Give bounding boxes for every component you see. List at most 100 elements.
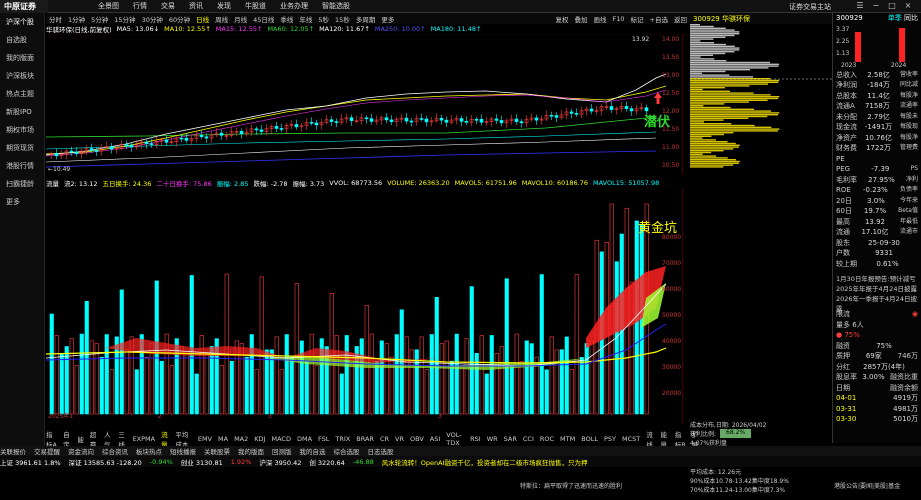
- sidebar-item[interactable]: 更多: [0, 193, 44, 211]
- indicator-tab[interactable]: BOLL: [581, 435, 598, 443]
- period-tab[interactable]: 季线: [280, 14, 293, 24]
- status-tab[interactable]: 关联股票: [204, 446, 230, 456]
- indicator-tab[interactable]: OBV: [410, 435, 424, 443]
- top-menu-item[interactable]: 全景图: [98, 1, 119, 11]
- notice-item[interactable]: 1月30日年报预告:预计减亏: [833, 273, 921, 283]
- status-tab[interactable]: 回测版: [272, 446, 292, 456]
- period-tab[interactable]: 5秒: [318, 14, 329, 24]
- candle-body: [494, 118, 499, 121]
- status-tab[interactable]: 日志选股: [368, 446, 394, 456]
- sidebar-item[interactable]: 我的版面: [0, 49, 44, 67]
- status-tab[interactable]: 综合资讯: [102, 446, 128, 456]
- indicator-tab[interactable]: ROC: [540, 435, 554, 443]
- sidebar-item[interactable]: 扫霸捷龄: [0, 175, 44, 193]
- sidebar-item[interactable]: 期货现货: [0, 139, 44, 157]
- sidebar-item[interactable]: 沪深个股: [0, 13, 44, 31]
- status-tab[interactable]: 我的自选: [300, 446, 326, 456]
- period-tab[interactable]: 分时: [49, 14, 62, 24]
- top-menu-item[interactable]: 业务办理: [280, 1, 308, 11]
- status-tab[interactable]: 资金流向: [68, 446, 94, 456]
- tab-danji[interactable]: 单季: [888, 14, 902, 22]
- chip-bar: [690, 56, 701, 58]
- stat-row: ROE -0.23% 负债率: [836, 186, 918, 194]
- period-tab[interactable]: 60分钟: [169, 14, 190, 24]
- indicator-tab[interactable]: MTM: [560, 435, 575, 443]
- status-tab[interactable]: 综合选股: [334, 446, 360, 456]
- indicator-tab[interactable]: DMA: [297, 435, 312, 443]
- indicator-tab[interactable]: VOL-TDX: [446, 431, 464, 447]
- indicator-tab[interactable]: MA: [218, 435, 228, 443]
- indicator-tab[interactable]: TRIX: [335, 435, 350, 443]
- status-tab[interactable]: 关联报价: [0, 446, 26, 456]
- period-tab[interactable]: 多周期: [356, 14, 376, 24]
- sidebar-item[interactable]: 新股IPO: [0, 103, 44, 121]
- indicator-tab[interactable]: BRAR: [356, 435, 374, 443]
- sidebar-item[interactable]: 沪深板块: [0, 67, 44, 85]
- period-tab[interactable]: 更多: [381, 14, 394, 24]
- top-menu-item[interactable]: 资讯: [189, 1, 203, 11]
- minimize-icon[interactable]: −: [871, 1, 881, 11]
- indicator-tab[interactable]: MA2: [234, 435, 248, 443]
- toolbar-action[interactable]: 标记: [631, 14, 644, 24]
- period-tab[interactable]: 月线: [234, 14, 247, 24]
- toolbar-action[interactable]: 复权: [556, 14, 569, 24]
- period-tab[interactable]: 15秒: [335, 14, 350, 24]
- period-tab[interactable]: 年线: [299, 14, 312, 24]
- notice-item[interactable]: 2026年一季报于4月24日披露: [833, 293, 921, 313]
- notice-item[interactable]: 2025年年报于4月24日披露: [833, 283, 921, 293]
- period-tab[interactable]: 周线: [215, 14, 228, 24]
- ma250-label: MA250: 10.00↑: [374, 25, 426, 33]
- status-tab[interactable]: 交易提醒: [34, 446, 60, 456]
- toolbar-action[interactable]: F10: [613, 15, 625, 23]
- chip-distribution-chart[interactable]: [690, 24, 832, 420]
- period-tab[interactable]: 日线: [196, 14, 209, 24]
- chip-bar: [690, 63, 780, 65]
- indicator-tab[interactable]: MCST: [622, 435, 640, 443]
- status-right[interactable]: 港股公告|要闻|美股|基金: [834, 481, 900, 490]
- indicator-tab[interactable]: MACD: [271, 435, 290, 443]
- period-tab[interactable]: 45日线: [253, 14, 274, 24]
- sidebar-item[interactable]: 热点主题: [0, 85, 44, 103]
- period-tab[interactable]: 5分钟: [91, 14, 108, 24]
- maximize-icon[interactable]: □: [887, 1, 897, 11]
- toolbar-action[interactable]: 叠加: [575, 14, 588, 24]
- status-tab[interactable]: 短线播报: [170, 446, 196, 456]
- toolbar-action[interactable]: +自选: [650, 14, 668, 24]
- top-menu-item[interactable]: 行情: [133, 1, 147, 11]
- toolbar-action[interactable]: 画线: [594, 14, 607, 24]
- sidebar-item[interactable]: 期权市场: [0, 121, 44, 139]
- indicator-tab[interactable]: VR: [395, 435, 404, 443]
- indicator-tab[interactable]: 能: [77, 434, 84, 444]
- indicator-tab[interactable]: EMV: [198, 435, 212, 443]
- top-menu-item[interactable]: 牛股道: [245, 1, 266, 11]
- chip-bar: [690, 128, 780, 130]
- indicator-tab[interactable]: PSY: [604, 435, 616, 443]
- indicator-tab[interactable]: EXPMA: [133, 435, 156, 443]
- period-tab[interactable]: 15分钟: [114, 14, 135, 24]
- top-menu-item[interactable]: 发现: [217, 1, 231, 11]
- period-tab[interactable]: 30分钟: [142, 14, 163, 24]
- status-tab[interactable]: 我的版面: [238, 446, 264, 456]
- sidebar-item[interactable]: 自选股: [0, 31, 44, 49]
- volume-chart[interactable]: 黄金坑 2025年1 2 3 3: [46, 188, 690, 424]
- trade-entry-link[interactable]: 证券交易主站: [789, 2, 831, 12]
- skin-icon[interactable]: ☰: [855, 1, 865, 11]
- price-candlestick-chart[interactable]: ←10.49 13.92 潜伏: [46, 34, 690, 174]
- indicator-tab[interactable]: CCI: [523, 435, 534, 443]
- status-tab[interactable]: 板块热点: [136, 446, 162, 456]
- top-menu-item[interactable]: 智能选股: [322, 1, 350, 11]
- status-news[interactable]: 风水轮流转！OpenAI融资千亿，投资者却在二级市场疯狂抛售，只为押: [382, 457, 588, 467]
- indicator-tab[interactable]: KDJ: [254, 435, 265, 443]
- indicator-tab[interactable]: SAR: [504, 435, 517, 443]
- top-menu-item[interactable]: 交易: [161, 1, 175, 11]
- tab-tongbi[interactable]: 同比: [904, 14, 918, 22]
- toolbar-action[interactable]: 返回: [674, 14, 687, 24]
- indicator-tab[interactable]: CR: [380, 435, 389, 443]
- close-icon[interactable]: ×: [903, 1, 913, 11]
- period-tab[interactable]: 1分钟: [68, 14, 85, 24]
- indicator-tab[interactable]: FSL: [318, 435, 329, 443]
- indicator-tab[interactable]: ASI: [430, 435, 441, 443]
- indicator-tab[interactable]: RSI: [470, 435, 481, 443]
- indicator-tab[interactable]: WR: [487, 435, 498, 443]
- sidebar-item[interactable]: 港股行情: [0, 157, 44, 175]
